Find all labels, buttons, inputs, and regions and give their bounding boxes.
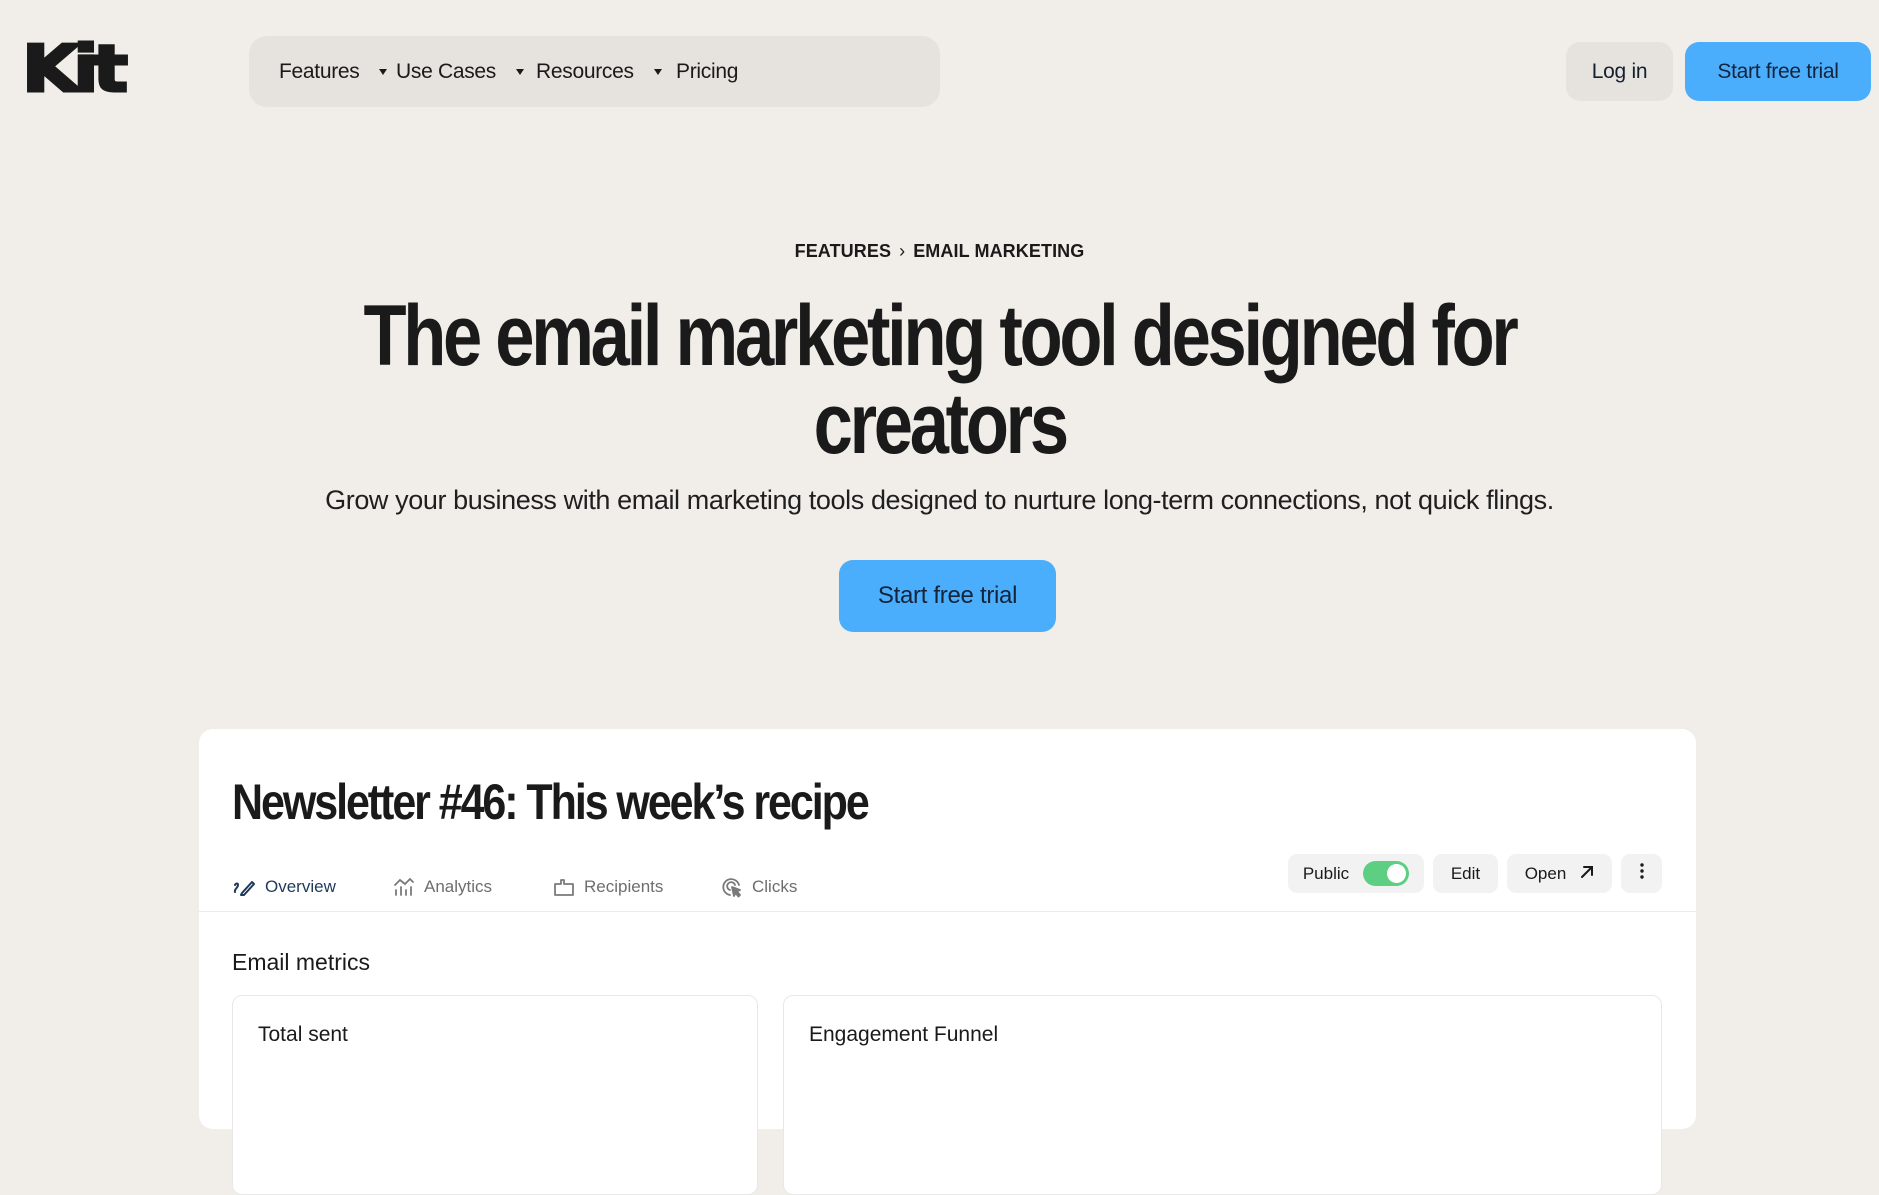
arrow-up-right-icon	[1580, 864, 1594, 884]
breadcrumb-item-email-marketing[interactable]: EMAIL MARKETING	[913, 241, 1084, 261]
vertical-ellipsis-icon	[1639, 863, 1644, 884]
edit-button[interactable]: Edit	[1433, 854, 1498, 893]
nav-item-pricing[interactable]: Pricing	[676, 36, 738, 107]
edit-label: Edit	[1450, 863, 1481, 883]
total-sent-card: Total sent	[232, 995, 758, 1195]
email-metrics-heading: Email metrics	[232, 949, 371, 975]
tab-recipients[interactable]: Recipients	[553, 872, 663, 902]
caret-down-icon	[653, 68, 662, 75]
page-title: The email marketing tool designed for cr…	[0, 292, 1879, 468]
caret-down-icon	[379, 68, 388, 75]
caret-down-icon	[516, 68, 525, 75]
chart-icon	[393, 877, 415, 897]
nav-item-label: Use Cases	[396, 59, 497, 83]
more-options-button[interactable]	[1621, 854, 1662, 893]
total-sent-label: Total sent	[258, 1023, 348, 1046]
nav-item-resources[interactable]: Resources	[536, 36, 662, 107]
main-nav: Features Use Cases Resources Pricing	[249, 36, 940, 107]
page-title-line-2: creators	[813, 376, 1068, 472]
public-toggle[interactable]	[1363, 861, 1410, 886]
nav-item-label: Pricing	[676, 59, 739, 83]
page-title-line-1: The email marketing tool designed for	[363, 288, 1518, 384]
tab-analytics[interactable]: Analytics	[393, 872, 492, 902]
cursor-click-icon	[721, 876, 743, 898]
breadcrumb: FEATURES › EMAIL MARKETING	[0, 241, 1879, 262]
start-trial-header-button[interactable]: Start free trial	[1685, 42, 1871, 101]
nav-item-features[interactable]: Features	[279, 36, 388, 107]
engagement-funnel-label: Engagement Funnel	[809, 1023, 999, 1046]
newsletter-title: Newsletter #46: This week’s recipe	[232, 774, 870, 830]
breadcrumb-item-features[interactable]: FEATURES	[795, 241, 891, 261]
tab-label: Clicks	[752, 877, 798, 896]
tabs-divider	[199, 911, 1696, 912]
tab-label: Recipients	[584, 877, 664, 896]
chevron-right-icon: ›	[899, 241, 906, 261]
kit-logo[interactable]: Kit	[20, 37, 129, 104]
pen-icon	[232, 878, 256, 896]
engagement-funnel-card: Engagement Funnel	[783, 995, 1662, 1195]
tab-overview[interactable]: Overview	[232, 872, 336, 902]
public-toggle-group: Public	[1288, 854, 1424, 893]
public-label: Public	[1302, 863, 1350, 883]
folder-icon	[553, 877, 575, 897]
hero-subtitle: Grow your business with email marketing …	[325, 485, 1554, 515]
tab-clicks[interactable]: Clicks	[721, 872, 797, 902]
nav-item-label: Resources	[536, 59, 634, 83]
open-button[interactable]: Open	[1507, 854, 1612, 893]
login-button[interactable]: Log in	[1566, 42, 1673, 101]
open-label: Open	[1524, 863, 1567, 883]
tab-label: Analytics	[424, 877, 493, 896]
start-trial-hero-button[interactable]: Start free trial	[839, 560, 1056, 632]
nav-item-label: Features	[279, 59, 360, 83]
tab-label: Overview	[265, 877, 336, 896]
nav-item-use-cases[interactable]: Use Cases	[396, 36, 525, 107]
